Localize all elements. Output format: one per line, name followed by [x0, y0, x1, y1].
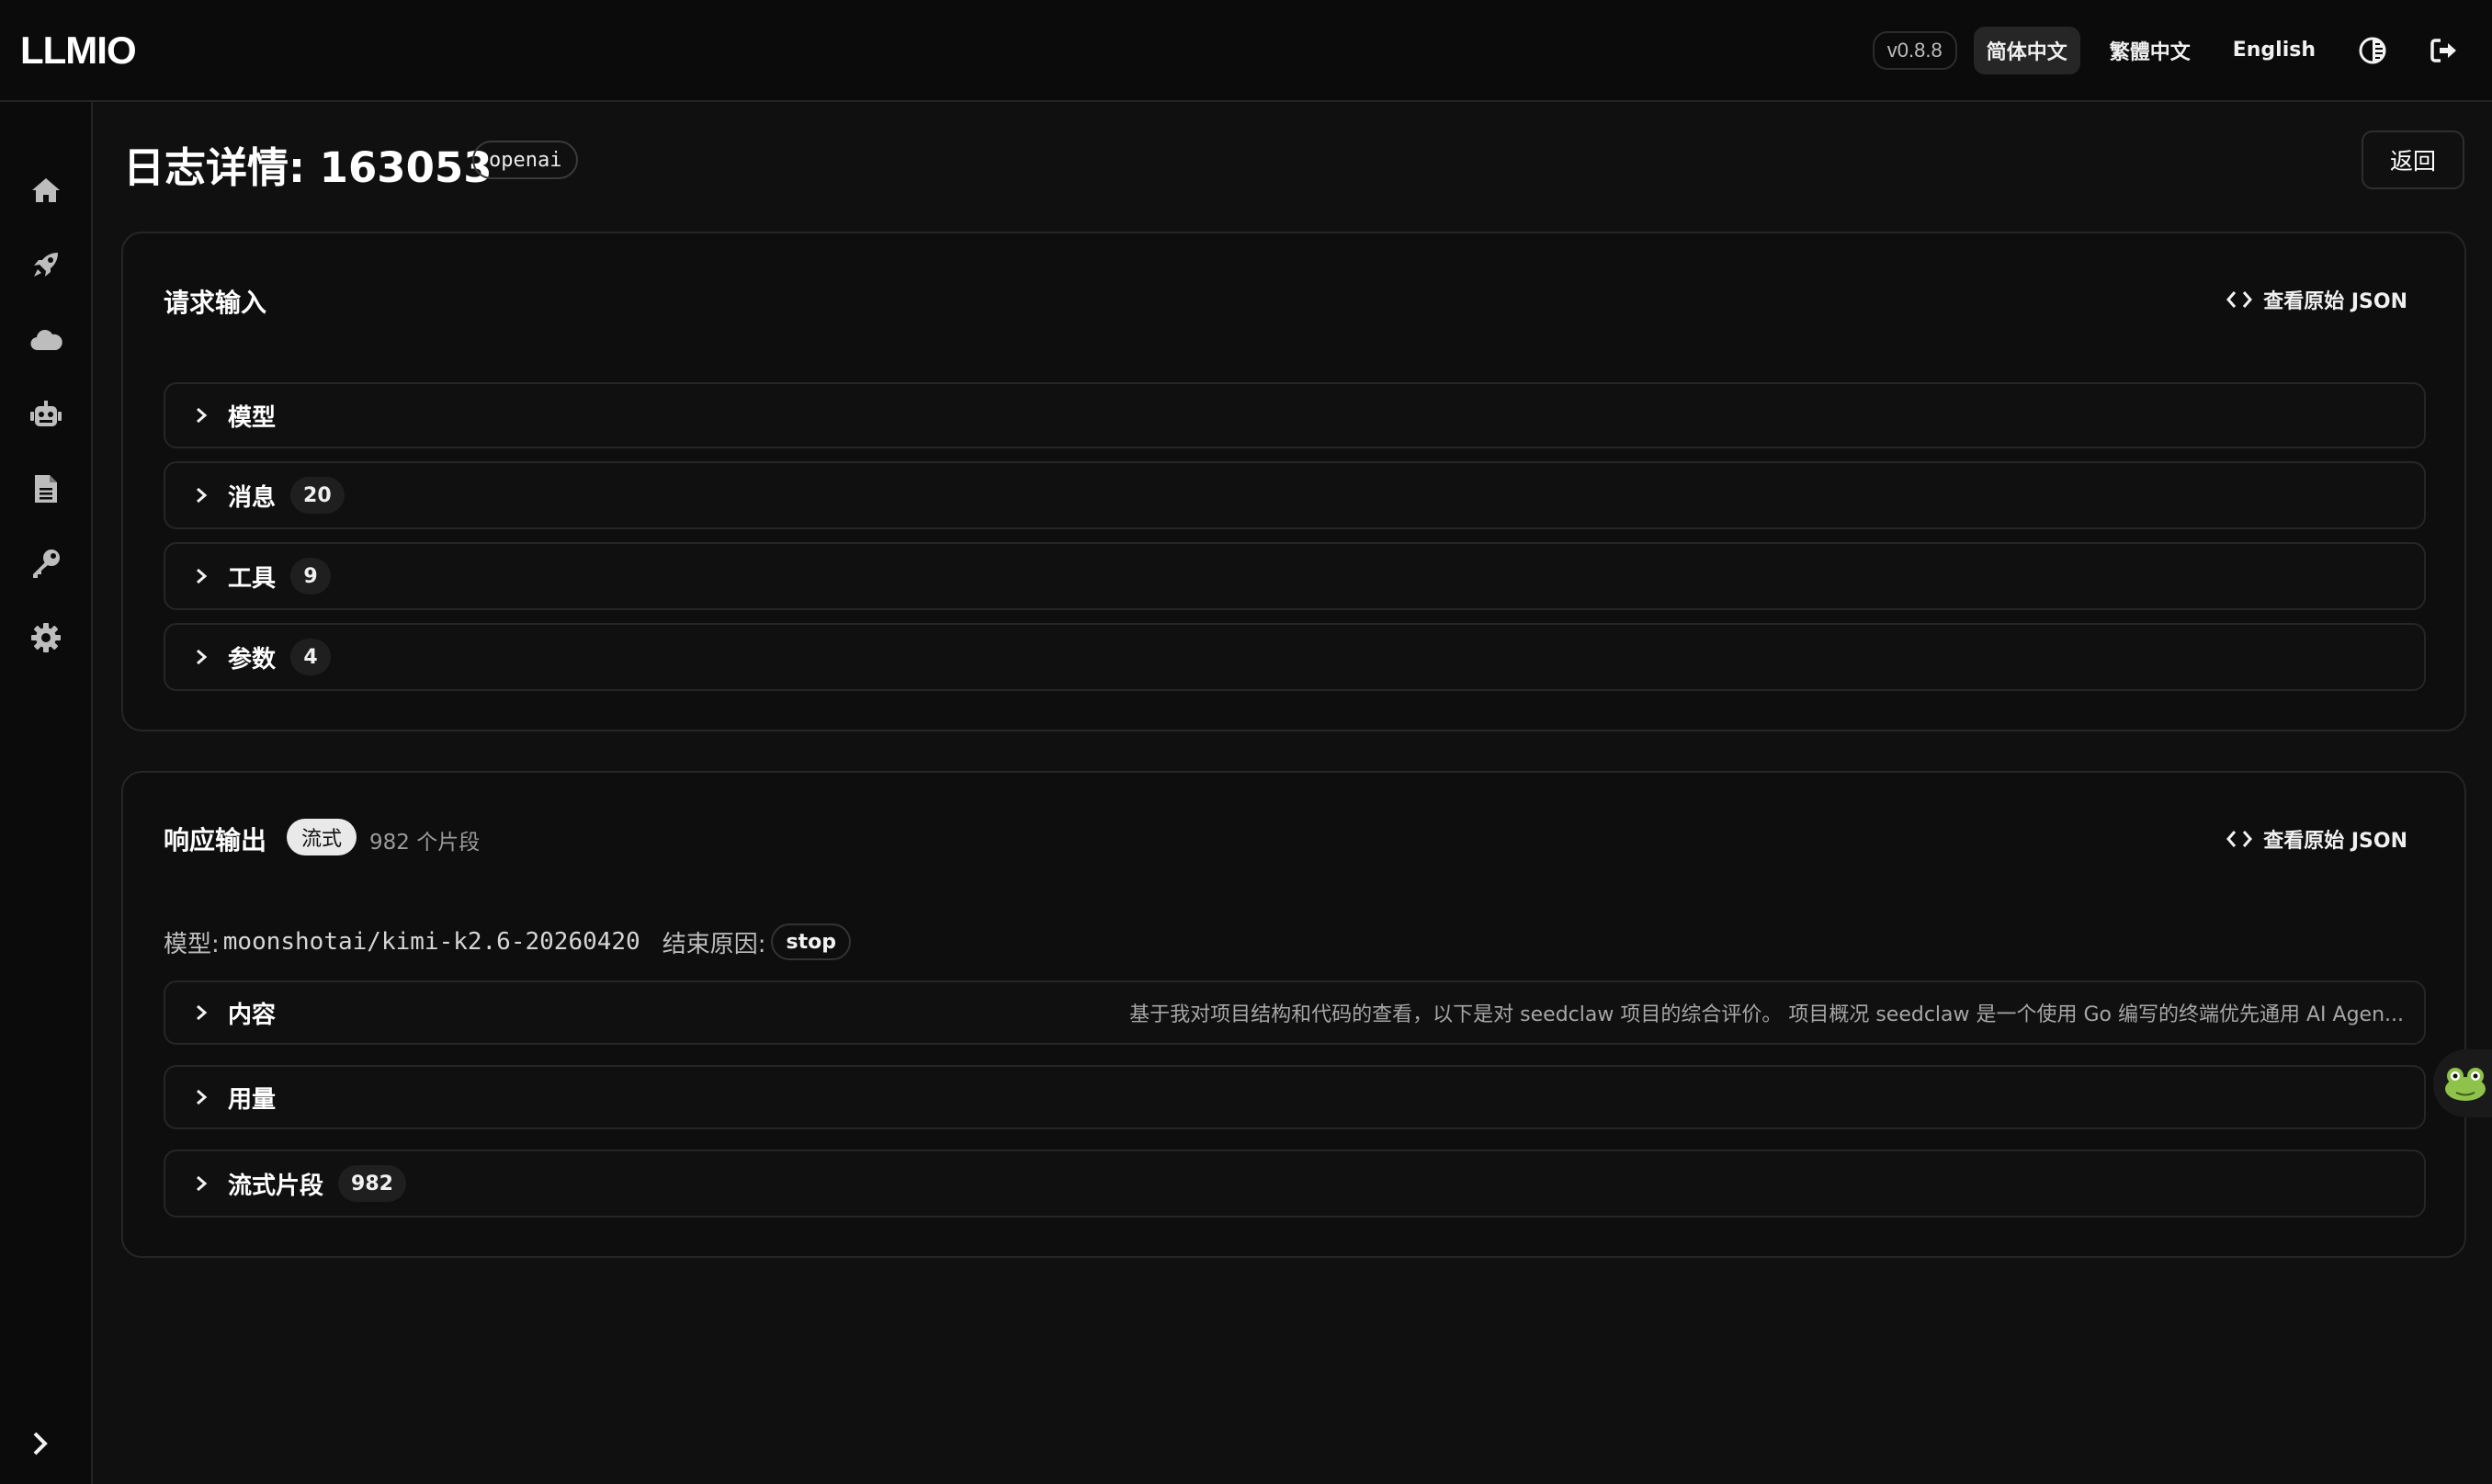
request-input-title: 请求输入 [164, 288, 267, 318]
language-english[interactable]: English [2220, 29, 2328, 71]
page-title: 日志详情: 163053 [123, 143, 493, 192]
request-row-tools[interactable]: 工具 9 [164, 542, 2426, 610]
stream-badge: 流式 [287, 819, 357, 855]
chevron-right-icon [191, 1003, 211, 1023]
count-badge: 20 [290, 477, 345, 514]
chevron-right-icon [191, 405, 211, 425]
count-badge: 982 [338, 1165, 406, 1202]
chevron-right-icon [191, 647, 211, 667]
top-bar: LLMIO v0.8.8 简体中文 繁體中文 English [0, 0, 2492, 102]
topbar-actions: v0.8.8 简体中文 繁體中文 English [1872, 23, 2472, 78]
model-value: moonshotai/kimi-k2.6-20260420 [222, 928, 640, 956]
request-row-label: 模型 [228, 403, 277, 432]
response-row-content[interactable]: 内容 基于我对项目结构和代码的查看，以下是对 seedclaw 项目的综合评价。… [164, 980, 2426, 1045]
frog-icon [2445, 1068, 2486, 1101]
chevron-right-icon [191, 566, 211, 586]
count-badge: 4 [290, 639, 332, 675]
robot-icon[interactable] [18, 387, 74, 442]
content-preview: 基于我对项目结构和代码的查看，以下是对 seedclaw 项目的综合评价。 项目… [1129, 1003, 2404, 1026]
sidebar-expand-button[interactable] [13, 1416, 68, 1471]
response-row-label: 内容 [228, 1001, 277, 1029]
request-raw-json-label: 查看原始 JSON [2263, 290, 2407, 313]
logout-icon[interactable] [2417, 23, 2472, 78]
sidebar [0, 102, 93, 1484]
request-row-model[interactable]: 模型 [164, 382, 2426, 448]
request-row-label: 消息 [228, 483, 277, 512]
gear-icon[interactable] [18, 610, 74, 665]
chevron-right-icon [191, 1087, 211, 1107]
chevron-right-icon [33, 1432, 48, 1456]
finish-reason-badge: stop [771, 923, 851, 960]
rocket-icon[interactable] [18, 237, 74, 292]
response-output-title: 响应输出 [164, 825, 267, 855]
floating-assistant-button[interactable] [2433, 1049, 2492, 1117]
document-icon[interactable] [18, 461, 74, 516]
request-row-label: 参数 [228, 645, 277, 674]
back-button[interactable]: 返回 [2362, 130, 2464, 189]
cloud-icon[interactable] [18, 312, 74, 368]
request-raw-json-button[interactable]: 查看原始 JSON [2226, 285, 2407, 314]
response-row-usage[interactable]: 用量 [164, 1065, 2426, 1129]
theme-toggle-icon[interactable] [2345, 23, 2400, 78]
request-input-card: 请求输入 查看原始 JSON 模型 消息 20 工具 9 参数 4 [121, 232, 2466, 731]
request-row-params[interactable]: 参数 4 [164, 623, 2426, 691]
request-row-label: 工具 [228, 564, 277, 593]
finish-reason-label: 结束原因: [662, 930, 766, 958]
language-simplified-chinese[interactable]: 简体中文 [1973, 26, 2080, 74]
response-raw-json-button[interactable]: 查看原始 JSON [2226, 824, 2407, 854]
chevron-right-icon [191, 485, 211, 505]
version-badge: v0.8.8 [1872, 30, 1957, 70]
response-raw-json-label: 查看原始 JSON [2263, 830, 2407, 853]
chunk-count-text: 982 个片段 [369, 831, 481, 855]
key-icon[interactable] [18, 536, 74, 591]
chevron-right-icon [191, 1173, 211, 1194]
response-row-label: 流式片段 [228, 1172, 324, 1200]
request-row-messages[interactable]: 消息 20 [164, 461, 2426, 529]
model-label: 模型: [164, 930, 220, 958]
provider-badge: openai [472, 141, 579, 179]
code-icon [2226, 291, 2253, 308]
app-logo[interactable]: LLMIO [20, 28, 137, 73]
language-traditional-chinese[interactable]: 繁體中文 [2097, 27, 2203, 74]
response-row-label: 用量 [228, 1085, 277, 1114]
home-icon[interactable] [18, 163, 74, 218]
response-output-card: 响应输出 流式 982 个片段 查看原始 JSON 模型: moonshotai… [121, 771, 2466, 1258]
count-badge: 9 [290, 558, 332, 595]
response-meta: 模型: moonshotai/kimi-k2.6-20260420 结束原因: … [164, 923, 851, 960]
response-row-stream-chunks[interactable]: 流式片段 982 [164, 1150, 2426, 1218]
code-icon [2226, 831, 2253, 847]
